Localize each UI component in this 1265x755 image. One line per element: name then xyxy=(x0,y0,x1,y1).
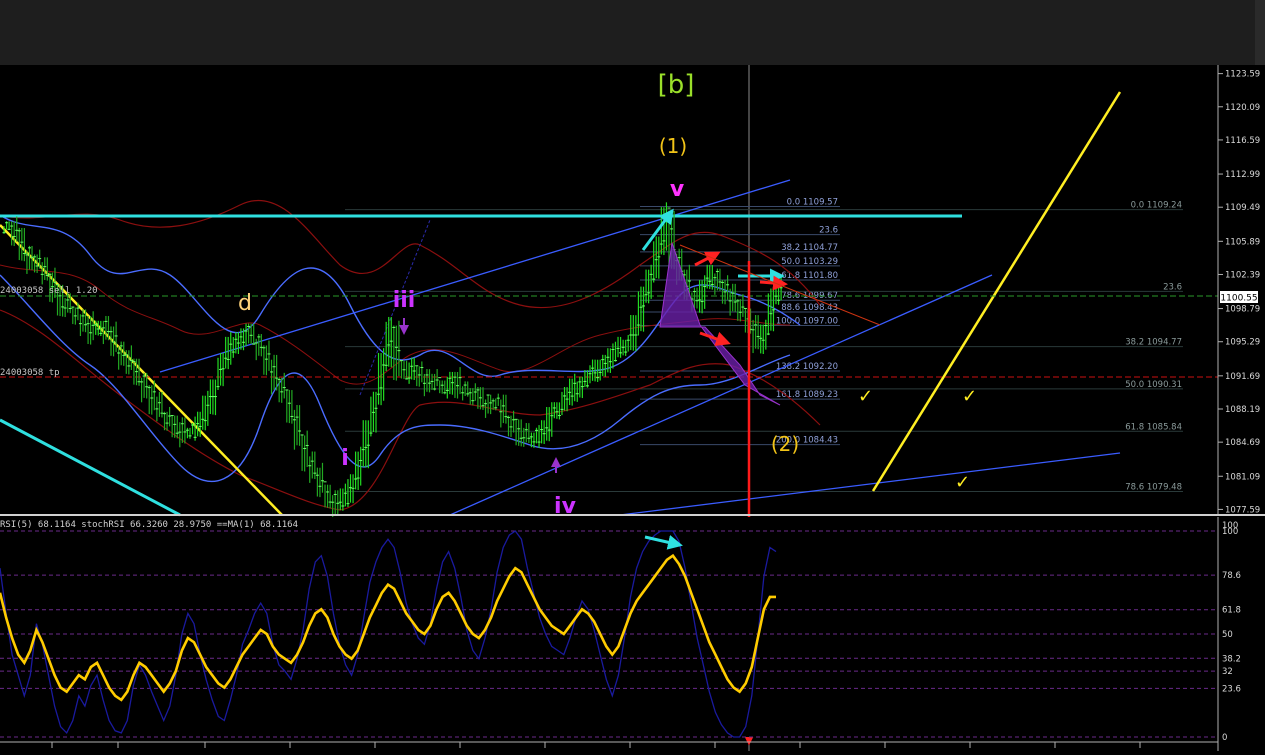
price-tick-label: 1091.69 xyxy=(1225,372,1260,382)
current-price-label: 1100.55 xyxy=(1220,294,1257,304)
price-tick-label: 1098.79 xyxy=(1225,305,1260,315)
wave-label-iii: iii xyxy=(393,288,416,313)
price-tick-label: 1077.59 xyxy=(1225,505,1260,515)
fib-retracement-label: 38.2 1094.77 xyxy=(1125,338,1182,348)
oscillator-axis-ticks: 10010078.661.85038.23223.60 xyxy=(1222,521,1241,743)
price-tick-label: 1105.89 xyxy=(1225,237,1260,247)
osc-tick-label: 38.2 xyxy=(1222,654,1241,664)
time-axis-ticks xyxy=(51,742,1141,748)
fib-projection-label: 38.2 1104.77 xyxy=(781,243,838,253)
oscillator-bg xyxy=(0,517,1218,737)
price-panel-bg xyxy=(0,65,1218,515)
fib-retracement-label: 50.0 1090.31 xyxy=(1125,380,1182,390)
toolbar-edge xyxy=(1255,0,1265,65)
price-tick-label: 1120.09 xyxy=(1225,103,1260,113)
osc-tick-label: 50 xyxy=(1222,630,1233,640)
fib-retracement-label: 23.6 xyxy=(1163,282,1182,292)
fib-retracement-label: 0.0 1109.24 xyxy=(1131,201,1182,211)
fib-retracement-label: 78.6 1079.48 xyxy=(1125,483,1182,493)
fib-projection-label: 0.0 1109.57 xyxy=(787,197,838,207)
osc-tick-label: 23.6 xyxy=(1222,684,1241,694)
order-label-sell[interactable]: 24003058 sell 1.20 xyxy=(0,286,98,296)
price-tick-label: 1123.59 xyxy=(1225,70,1260,80)
check-icon-3: ✓ xyxy=(955,472,970,493)
chart-window[interactable]: 0.0 1109.57 23.6 38.2 1104.77 50.0 1103.29 6… xyxy=(0,65,1265,751)
chart-canvas[interactable]: 0.0 1109.57 23.6 38.2 1104.77 50.0 1103.29 6… xyxy=(0,65,1265,751)
fib-retracement-label: 61.8 1085.84 xyxy=(1125,422,1182,432)
wave-label-1: (1) xyxy=(659,134,687,158)
toolbar-area xyxy=(0,0,1265,65)
wave-label-d: d xyxy=(238,291,252,316)
check-icon-1: ✓ xyxy=(858,386,873,407)
wave-label-b: [b] xyxy=(658,70,695,100)
osc-tick-label: 32 xyxy=(1222,667,1233,677)
price-tick-label: 1095.29 xyxy=(1225,338,1260,348)
check-icon-2: ✓ xyxy=(962,386,977,407)
wave-label-2: (2) xyxy=(771,432,799,456)
price-tick-label: 1102.39 xyxy=(1225,270,1260,280)
oscillator-panel[interactable]: RSI(5) 68.1164 stochRSI 66.3260 28.9750 … xyxy=(0,517,1241,751)
wave-label-i: i xyxy=(341,446,349,471)
price-tick-label: 1112.99 xyxy=(1225,170,1260,180)
price-tick-label: 1116.59 xyxy=(1225,136,1260,146)
osc-tick-label: 0 xyxy=(1222,733,1227,743)
order-label-tp[interactable]: 24003058 tp xyxy=(0,368,60,378)
osc-tick-label: 100 xyxy=(1222,527,1238,537)
fib-projection-label: 23.6 xyxy=(819,226,838,236)
osc-tick-label: 78.6 xyxy=(1222,571,1241,581)
wave-label-v: v xyxy=(670,177,685,202)
price-tick-label: 1088.19 xyxy=(1225,405,1260,415)
price-tick-label: 1084.69 xyxy=(1225,438,1260,448)
osc-tick-label: 61.8 xyxy=(1222,606,1241,616)
price-tick-label: 1109.49 xyxy=(1225,203,1260,213)
oscillator-header: RSI(5) 68.1164 stochRSI 66.3260 28.9750 … xyxy=(0,520,298,530)
price-tick-label: 1081.09 xyxy=(1225,472,1260,482)
fib-projection-label: 50.0 1103.29 xyxy=(781,257,838,267)
